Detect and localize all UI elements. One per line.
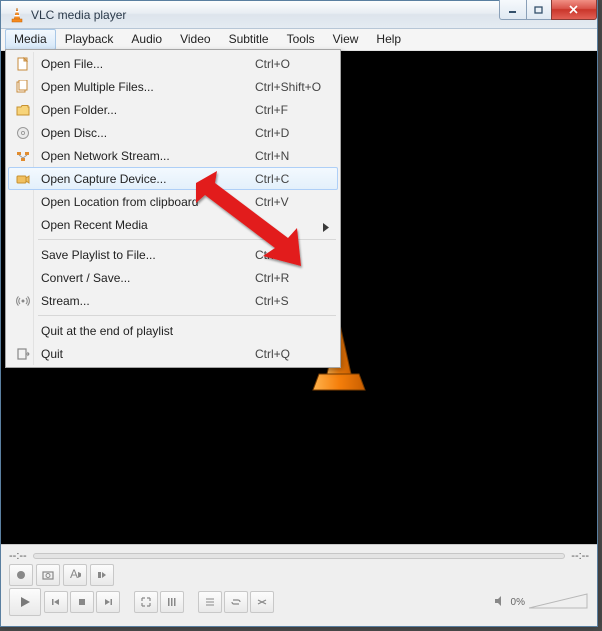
menubar: Media Playback Audio Video Subtitle Tool… [1, 29, 597, 51]
menu-item-open-recent-media[interactable]: Open Recent Media [8, 213, 338, 236]
menu-video[interactable]: Video [171, 29, 219, 50]
window-title: VLC media player [31, 8, 126, 22]
volume-control[interactable]: 0% [493, 592, 589, 612]
menu-item-open-location-from-clipboard[interactable]: Open Location from clipboardCtrl+V [8, 190, 338, 213]
ext-settings-button[interactable] [160, 591, 184, 613]
files-icon [13, 80, 33, 94]
menu-item-shortcut: Ctrl+N [255, 149, 329, 163]
menu-view[interactable]: View [324, 29, 368, 50]
menu-item-shortcut: Ctrl+S [255, 294, 329, 308]
media-dropdown: Open File...Ctrl+OOpen Multiple Files...… [5, 49, 341, 368]
minimize-button[interactable] [499, 0, 527, 20]
folder-icon [13, 103, 33, 117]
menu-item-label: Open Recent Media [33, 218, 255, 232]
menu-item-label: Stream... [33, 294, 255, 308]
menu-help[interactable]: Help [367, 29, 410, 50]
menu-item-shortcut: Ctrl+O [255, 57, 329, 71]
menu-item-label: Open Folder... [33, 103, 255, 117]
titlebar[interactable]: VLC media player [1, 1, 597, 29]
close-button[interactable] [551, 0, 597, 20]
menu-item-shortcut: Ctrl+Y [255, 248, 329, 262]
seek-slider[interactable] [33, 553, 566, 559]
menu-separator [38, 239, 336, 240]
capture-icon [13, 172, 33, 186]
menu-item-label: Quit at the end of playlist [33, 324, 255, 338]
record-button[interactable] [9, 564, 33, 586]
menu-item-label: Open Network Stream... [33, 149, 255, 163]
snapshot-button[interactable] [36, 564, 60, 586]
frame-step-button[interactable] [90, 564, 114, 586]
menu-item-open-folder[interactable]: Open Folder...Ctrl+F [8, 98, 338, 121]
menu-separator [38, 315, 336, 316]
menu-tools[interactable]: Tools [278, 29, 324, 50]
maximize-button[interactable] [526, 0, 552, 20]
controls-row-1: A▸ [1, 563, 597, 587]
menu-item-shortcut: Ctrl+Q [255, 347, 329, 361]
app-window: VLC media player Media Playback Audio Vi… [0, 0, 598, 627]
time-elapsed: --:-- [9, 550, 27, 562]
menu-item-convert-save[interactable]: Convert / Save...Ctrl+R [8, 266, 338, 289]
shuffle-button[interactable] [250, 591, 274, 613]
quit-icon [13, 347, 33, 361]
vlc-cone-icon [9, 7, 25, 23]
play-button[interactable] [9, 588, 41, 616]
menu-item-label: Quit [33, 347, 255, 361]
volume-percent: 0% [511, 597, 525, 608]
menu-item-open-disc[interactable]: Open Disc...Ctrl+D [8, 121, 338, 144]
menu-item-shortcut: Ctrl+Shift+O [255, 80, 329, 94]
window-controls [500, 0, 597, 20]
prev-button[interactable] [44, 591, 68, 613]
menu-item-shortcut: Ctrl+C [255, 172, 329, 186]
menu-item-label: Open Location from clipboard [33, 195, 255, 209]
menu-item-quit[interactable]: QuitCtrl+Q [8, 342, 338, 365]
menu-media[interactable]: Media [5, 29, 56, 50]
menu-item-quit-at-the-end-of-playlist[interactable]: Quit at the end of playlist [8, 319, 338, 342]
network-icon [13, 149, 33, 163]
disc-icon [13, 126, 33, 140]
menu-item-shortcut: Ctrl+V [255, 195, 329, 209]
file-icon [13, 57, 33, 71]
menu-audio[interactable]: Audio [122, 29, 171, 50]
seek-row: --:-- --:-- [1, 545, 597, 563]
menu-item-label: Open File... [33, 57, 255, 71]
atob-loop-button[interactable]: A▸ [63, 564, 87, 586]
menu-item-label: Open Capture Device... [33, 172, 255, 186]
volume-slider[interactable] [529, 592, 589, 612]
menu-item-shortcut: Ctrl+D [255, 126, 329, 140]
time-total: --:-- [571, 550, 589, 562]
menu-item-save-playlist-to-file[interactable]: Save Playlist to File...Ctrl+Y [8, 243, 338, 266]
menu-playback[interactable]: Playback [56, 29, 123, 50]
loop-button[interactable] [224, 591, 248, 613]
menu-item-open-multiple-files[interactable]: Open Multiple Files...Ctrl+Shift+O [8, 75, 338, 98]
svg-text:A▸: A▸ [70, 569, 81, 581]
submenu-arrow-icon [323, 221, 329, 235]
menu-item-stream[interactable]: Stream...Ctrl+S [8, 289, 338, 312]
menu-item-label: Save Playlist to File... [33, 248, 255, 262]
menu-item-shortcut: Ctrl+R [255, 271, 329, 285]
menu-item-open-network-stream[interactable]: Open Network Stream...Ctrl+N [8, 144, 338, 167]
fullscreen-button[interactable] [134, 591, 158, 613]
menu-item-shortcut: Ctrl+F [255, 103, 329, 117]
menu-item-label: Open Multiple Files... [33, 80, 255, 94]
controls-row-2: 0% [1, 587, 597, 617]
menu-item-label: Convert / Save... [33, 271, 255, 285]
bottom-panel: --:-- --:-- A▸ [1, 544, 597, 626]
stream-icon [13, 294, 33, 308]
speaker-icon [493, 594, 507, 611]
menu-item-label: Open Disc... [33, 126, 255, 140]
stop-button[interactable] [70, 591, 94, 613]
playlist-button[interactable] [198, 591, 222, 613]
next-button[interactable] [96, 591, 120, 613]
menu-item-open-capture-device[interactable]: Open Capture Device...Ctrl+C [8, 167, 338, 190]
menu-item-open-file[interactable]: Open File...Ctrl+O [8, 52, 338, 75]
menu-subtitle[interactable]: Subtitle [220, 29, 278, 50]
